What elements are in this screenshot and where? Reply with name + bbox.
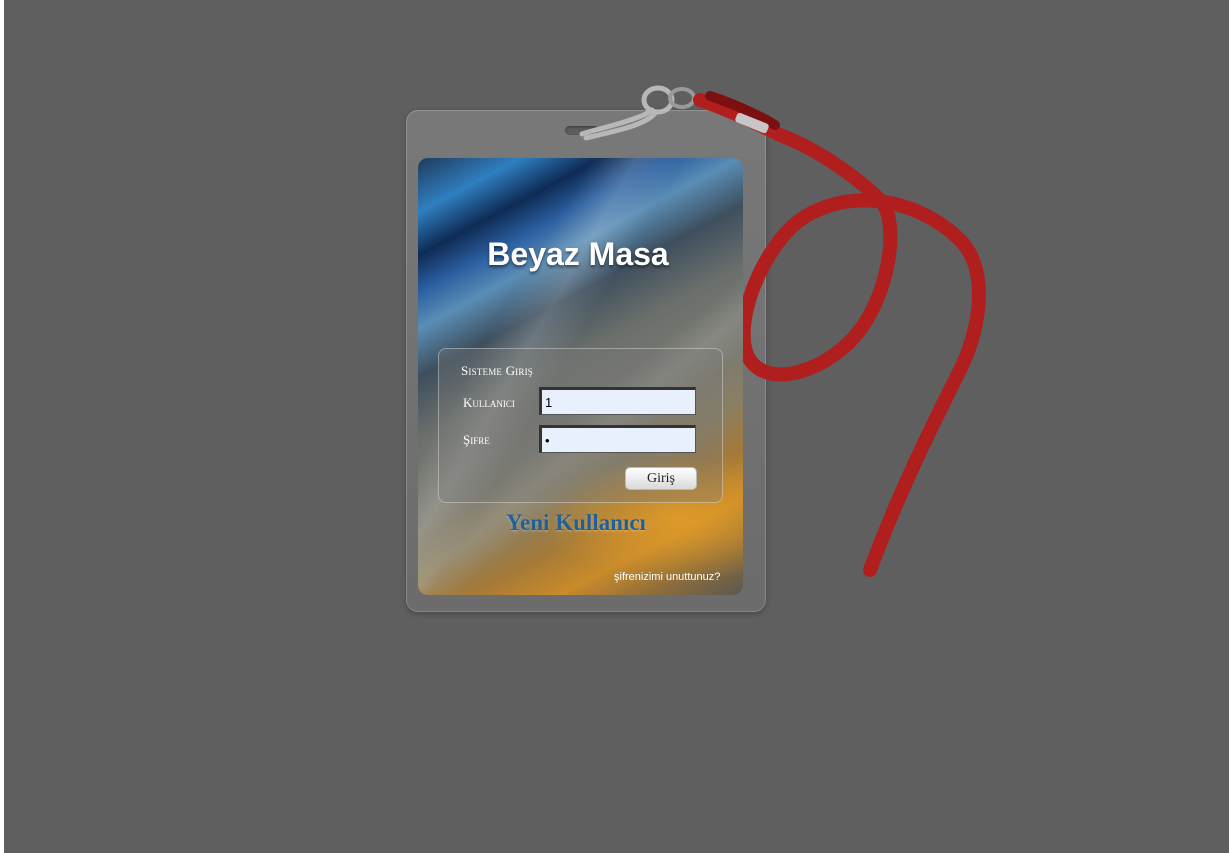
window-edge — [0, 0, 4, 853]
username-label: Kullanıcı — [463, 395, 515, 410]
login-button[interactable]: Giriş — [625, 467, 697, 490]
new-user-link[interactable]: Yeni Kullanıcı — [506, 510, 646, 536]
login-panel: Sisteme Giriş Kullanıcı Şifre Giriş — [438, 348, 723, 503]
login-card: Beyaz Masa Sisteme Giriş Kullanıcı Şifre… — [418, 158, 743, 595]
forgot-password-link[interactable]: şifrenizimi unuttunuz? — [614, 571, 720, 583]
username-input[interactable] — [539, 387, 696, 415]
password-input[interactable] — [539, 425, 696, 453]
panel-title: Sisteme Giriş — [461, 363, 533, 378]
password-label: Şifre — [463, 432, 490, 447]
app-title: Beyaz Masa — [487, 236, 669, 272]
